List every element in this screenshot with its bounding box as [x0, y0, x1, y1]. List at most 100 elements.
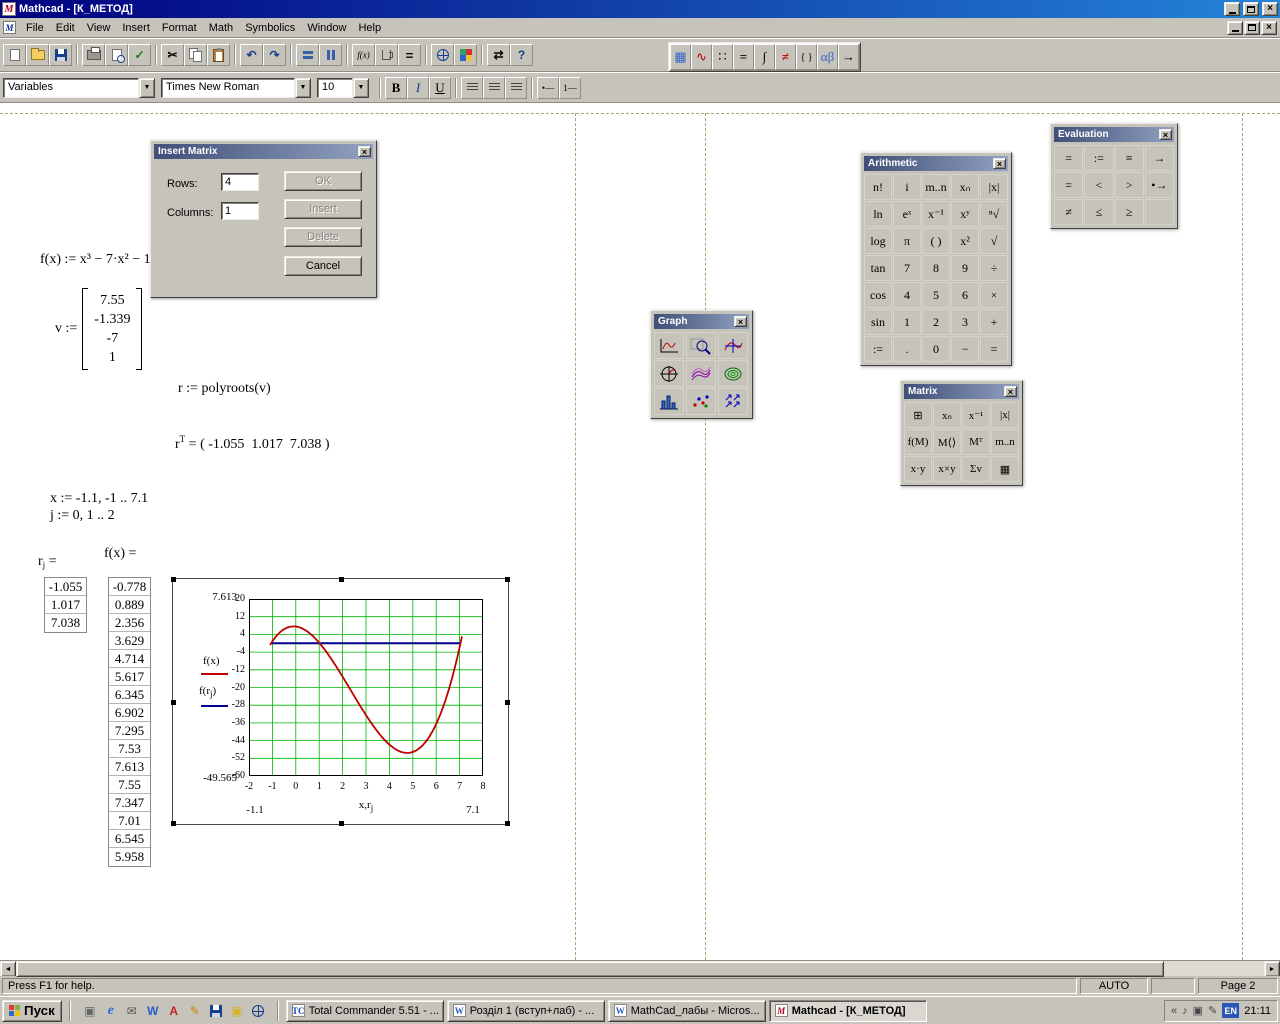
contour-plot-button[interactable] [718, 360, 748, 387]
ok-button[interactable]: OK [284, 171, 362, 191]
menu-item[interactable]: Format [156, 19, 203, 37]
arithmetic-key[interactable]: ÷ [980, 255, 1008, 281]
calculate-button[interactable]: = [398, 44, 421, 66]
arithmetic-palette-close-button[interactable]: × [993, 158, 1006, 169]
resize-handle[interactable] [505, 700, 510, 705]
font-dropdown-button[interactable]: ▼ [295, 77, 311, 98]
evaluation-key[interactable]: ≥ [1114, 199, 1144, 225]
menu-item[interactable]: Edit [50, 19, 81, 37]
pen-icon[interactable]: ✎ [186, 1002, 204, 1020]
evaluation-key[interactable]: ≠ [1054, 199, 1084, 225]
evaluation-key[interactable]: = [1054, 172, 1084, 198]
arithmetic-key[interactable]: cos [864, 282, 892, 308]
menu-item[interactable]: Help [352, 19, 387, 37]
equation-f-definition[interactable]: f(x) := x³ − 7·x² − 1.3 [40, 252, 161, 268]
worksheet[interactable]: f(x) := x³ − 7·x² − 1.3 v := 7.55 -1.339-… [0, 103, 1280, 960]
help-button[interactable]: ? [510, 44, 533, 66]
matrix-palette-title-bar[interactable]: Matrix × [904, 384, 1019, 399]
zoom-button[interactable] [686, 332, 716, 359]
new-button[interactable] [3, 44, 26, 66]
italic-button[interactable]: I [407, 76, 429, 99]
evaluation-key[interactable]: = [1054, 145, 1084, 171]
r-table-label[interactable]: rj = [38, 554, 57, 570]
symbolic-palette-button[interactable]: → [838, 44, 859, 70]
arithmetic-key[interactable]: tan [864, 255, 892, 281]
minimize-button[interactable] [1224, 2, 1240, 16]
align-right-button[interactable] [505, 76, 527, 99]
vector-v-definition[interactable]: v := 7.55 -1.339 -7 1 [55, 288, 143, 370]
task-button-word-document-2[interactable]: W MathCad_лабы - Micros... [607, 999, 766, 1022]
arithmetic-key[interactable]: := [864, 336, 892, 362]
bullet-list-button[interactable]: •— [537, 76, 559, 99]
arithmetic-key[interactable]: 9 [951, 255, 979, 281]
arithmetic-palette-window[interactable]: Arithmetic × n! i m..n xₙ |x| ln eˣ x⁻¹ xʸ ⁿ√ log π… [860, 152, 1012, 366]
scrollbar-track[interactable] [16, 961, 1264, 977]
arithmetic-key[interactable]: 3 [951, 309, 979, 335]
language-indicator[interactable]: EN [1222, 1003, 1240, 1018]
graph-palette-button[interactable]: ∿ [691, 44, 712, 70]
floppy-icon[interactable] [207, 1002, 225, 1020]
evaluation-key[interactable]: := [1084, 145, 1114, 171]
matrix-key[interactable]: Mᵀ [962, 429, 990, 455]
vector-field-plot-button[interactable] [718, 388, 748, 415]
arithmetic-key[interactable]: √ [980, 228, 1008, 254]
mdi-minimize-button[interactable] [1227, 20, 1243, 35]
mdi-restore-button[interactable] [1244, 20, 1260, 35]
cancel-button[interactable]: Cancel [284, 256, 362, 276]
arithmetic-key[interactable]: xₙ [951, 174, 979, 200]
equation-j-range[interactable]: j := 0, 1 .. 2 [50, 508, 115, 524]
arithmetic-key[interactable]: |x| [980, 174, 1008, 200]
font-size-dropdown-button[interactable]: ▼ [353, 77, 369, 98]
internet-explorer-icon[interactable]: e [102, 1002, 120, 1020]
matrix-key[interactable]: f(M) [904, 429, 932, 455]
columns-input[interactable] [221, 202, 259, 220]
font-combo[interactable]: Times New Roman ▼ [161, 77, 311, 98]
print-button[interactable] [82, 44, 105, 66]
boolean-palette-button[interactable]: ≠ [775, 44, 796, 70]
polar-plot-button[interactable] [654, 360, 684, 387]
check-spelling-button[interactable]: ✓ [128, 44, 151, 66]
save-button[interactable] [49, 44, 72, 66]
trace-button[interactable] [718, 332, 748, 359]
arithmetic-key[interactable]: + [980, 309, 1008, 335]
maximize-button[interactable] [1243, 2, 1259, 16]
arithmetic-key[interactable]: sin [864, 309, 892, 335]
arithmetic-key[interactable]: x⁻¹ [922, 201, 950, 227]
menu-item[interactable]: File [20, 19, 50, 37]
evaluation-key[interactable]: → [1144, 145, 1174, 171]
menu-item[interactable]: Symbolics [239, 19, 301, 37]
arithmetic-palette-title-bar[interactable]: Arithmetic × [864, 156, 1008, 171]
x-axis-max-label[interactable]: 7.1 [451, 804, 495, 816]
print-preview-button[interactable] [105, 44, 128, 66]
calculus-palette-button[interactable]: ∫ [754, 44, 775, 70]
arithmetic-key[interactable]: ⁿ√ [980, 201, 1008, 227]
matrix-palette-button[interactable]: ∷ [712, 44, 733, 70]
dialog-title-bar[interactable]: Insert Matrix × [154, 144, 373, 159]
insert-unit-button[interactable] [375, 44, 398, 66]
tray-icon[interactable]: ▣ [1193, 1004, 1203, 1017]
arithmetic-key[interactable]: log [864, 228, 892, 254]
acrobat-icon[interactable]: A [165, 1002, 183, 1020]
resize-handle[interactable] [339, 821, 344, 826]
matrix-key[interactable]: ▦ [991, 456, 1019, 482]
rows-input[interactable] [221, 173, 259, 191]
greek-palette-button[interactable]: αβ [817, 44, 838, 70]
resize-handle[interactable] [339, 577, 344, 582]
arithmetic-key[interactable]: 7 [893, 255, 921, 281]
evaluation-key[interactable]: •→ [1144, 172, 1174, 198]
arithmetic-key[interactable]: n! [864, 174, 892, 200]
resize-handle[interactable] [171, 700, 176, 705]
matrix-key[interactable]: m..n [991, 429, 1019, 455]
task-button-word-document-1[interactable]: W Розділ 1 (вступ+лаб) - ... [446, 999, 605, 1022]
tray-icon[interactable]: ✎ [1208, 1004, 1217, 1017]
title-bar[interactable]: M Mathcad - [К_МЕТОД] × [0, 0, 1280, 18]
show-desktop-icon[interactable]: ▣ [81, 1002, 99, 1020]
x-axis-min-label[interactable]: -1.1 [233, 804, 277, 816]
arithmetic-key[interactable]: i [893, 174, 921, 200]
align-left-button[interactable] [461, 76, 483, 99]
globe-shortcut-icon[interactable] [249, 1002, 267, 1020]
arithmetic-key[interactable]: 6 [951, 282, 979, 308]
scrollbar-thumb[interactable] [16, 961, 1165, 977]
evaluation-key[interactable]: ≡ [1114, 145, 1144, 171]
arithmetic-key[interactable]: × [980, 282, 1008, 308]
